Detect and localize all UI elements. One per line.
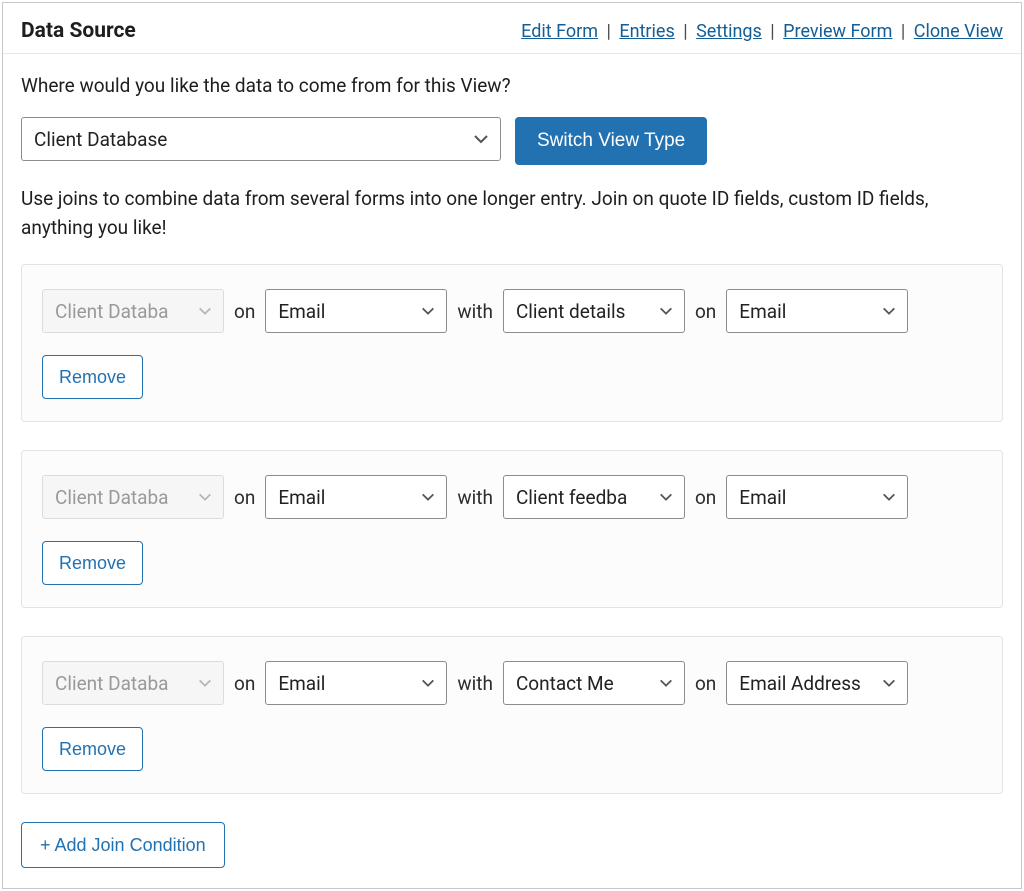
- join-right-form-select[interactable]: Client feedba: [503, 475, 685, 519]
- with-label: with: [457, 486, 493, 509]
- on-label: on: [234, 300, 255, 323]
- on-label: on: [695, 486, 716, 509]
- chevron-down-icon: [881, 675, 897, 691]
- chevron-down-icon: [197, 675, 213, 691]
- chevron-down-icon: [197, 303, 213, 319]
- separator: |: [770, 21, 774, 42]
- joins-help-text: Use joins to combine data from several f…: [21, 185, 1003, 242]
- join-left-field-select[interactable]: Email: [265, 661, 447, 705]
- on-label: on: [234, 672, 255, 695]
- chevron-down-icon: [420, 675, 436, 691]
- join-condition-block: Client Databa on Email with Client detai…: [21, 264, 1003, 422]
- join-left-form-select: Client Databa: [42, 475, 224, 519]
- with-label: with: [457, 672, 493, 695]
- switch-view-type-button[interactable]: Switch View Type: [515, 117, 707, 165]
- join-left-form-select: Client Databa: [42, 661, 224, 705]
- join-condition-row: Client Databa on Email with Client feedb…: [42, 475, 982, 519]
- separator: |: [901, 21, 905, 42]
- panel-title: Data Source: [21, 19, 136, 43]
- remove-join-button[interactable]: Remove: [42, 541, 143, 585]
- chevron-down-icon: [197, 489, 213, 505]
- on-label: on: [234, 486, 255, 509]
- data-source-prompt: Where would you like the data to come fr…: [21, 74, 1003, 97]
- edit-form-link[interactable]: Edit Form: [521, 21, 598, 42]
- remove-join-button[interactable]: Remove: [42, 727, 143, 771]
- data-source-panel: Data Source Edit Form | Entries | Settin…: [2, 2, 1022, 889]
- entries-link[interactable]: Entries: [619, 21, 674, 42]
- join-condition-row: Client Databa on Email with Contact Me: [42, 661, 982, 705]
- add-join-condition-button[interactable]: + Add Join Condition: [21, 822, 225, 868]
- join-condition-row: Client Databa on Email with Client detai…: [42, 289, 982, 333]
- chevron-down-icon: [658, 489, 674, 505]
- join-left-form-select: Client Databa: [42, 289, 224, 333]
- join-left-field-select[interactable]: Email: [265, 289, 447, 333]
- chevron-down-icon: [881, 489, 897, 505]
- panel-header: Data Source Edit Form | Entries | Settin…: [3, 3, 1021, 54]
- join-right-form-select[interactable]: Contact Me: [503, 661, 685, 705]
- join-right-form-select[interactable]: Client details: [503, 289, 685, 333]
- header-action-links: Edit Form | Entries | Settings | Preview…: [521, 21, 1003, 42]
- chevron-down-icon: [881, 303, 897, 319]
- join-left-field-select[interactable]: Email: [265, 475, 447, 519]
- with-label: with: [457, 300, 493, 323]
- panel-body: Where would you like the data to come fr…: [3, 54, 1021, 888]
- join-right-field-select[interactable]: Email Address: [726, 661, 908, 705]
- data-source-select[interactable]: Client Database: [21, 117, 501, 161]
- chevron-down-icon: [472, 130, 490, 148]
- preview-form-link[interactable]: Preview Form: [783, 21, 892, 42]
- chevron-down-icon: [420, 303, 436, 319]
- join-condition-block: Client Databa on Email with Client feedb…: [21, 450, 1003, 608]
- chevron-down-icon: [420, 489, 436, 505]
- settings-link[interactable]: Settings: [696, 21, 762, 42]
- on-label: on: [695, 672, 716, 695]
- remove-join-button[interactable]: Remove: [42, 355, 143, 399]
- data-source-row: Client Database Switch View Type: [21, 117, 1003, 165]
- join-right-field-select[interactable]: Email: [726, 475, 908, 519]
- clone-view-link[interactable]: Clone View: [914, 21, 1003, 42]
- chevron-down-icon: [658, 675, 674, 691]
- join-condition-block: Client Databa on Email with Contact Me: [21, 636, 1003, 794]
- separator: |: [607, 21, 611, 42]
- join-right-field-select[interactable]: Email: [726, 289, 908, 333]
- separator: |: [683, 21, 687, 42]
- chevron-down-icon: [658, 303, 674, 319]
- on-label: on: [695, 300, 716, 323]
